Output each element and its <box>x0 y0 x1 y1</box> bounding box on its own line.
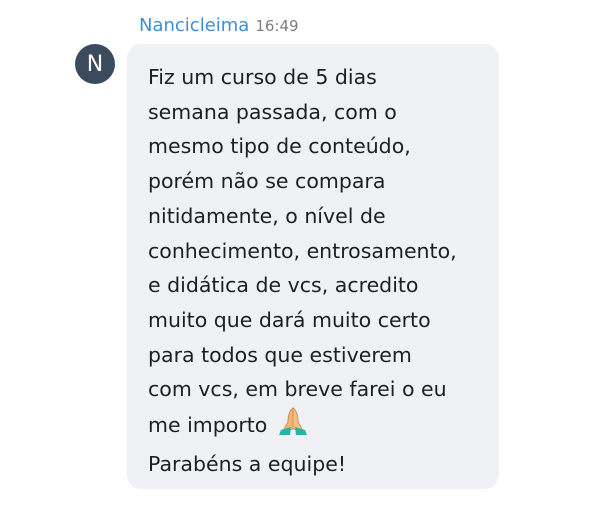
message-line-8: muito que dará muito certo <box>148 307 431 332</box>
avatar[interactable]: N <box>75 44 115 84</box>
message-header: Nancicleima 16:49 <box>139 14 299 38</box>
message-line-1: Fiz um curso de 5 dias <box>148 65 377 89</box>
message-line-2: semana passada, com o <box>148 99 397 124</box>
message-line-7: e didática de vcs, acredito <box>148 273 419 298</box>
message-text: Fiz um curso de 5 dias semana passada, c… <box>148 60 487 481</box>
message-line-4: porém não se compara <box>148 169 386 194</box>
message-line-9: para todos que estiverem <box>148 342 412 367</box>
message-line-11: me importo <box>148 413 274 438</box>
message-line-10: com vcs, em breve farei o eu <box>148 377 447 402</box>
sender-name[interactable]: Nancicleima <box>139 14 249 38</box>
message-line-6: conhecimento, entrosamento, <box>148 238 457 263</box>
message-timestamp: 16:49 <box>255 17 299 35</box>
message-line-3: mesmo tipo de conteúdo, <box>148 134 411 159</box>
folded-hands-icon <box>276 407 310 447</box>
message-line-12: Parabéns a equipe! <box>148 451 347 476</box>
avatar-initial: N <box>86 51 104 77</box>
message-line-5: nitidamente, o nível de <box>148 203 386 228</box>
message-bubble[interactable]: Fiz um curso de 5 dias semana passada, c… <box>127 44 499 489</box>
chat-area: Nancicleima 16:49 N Fiz um curso de 5 di… <box>0 0 597 509</box>
